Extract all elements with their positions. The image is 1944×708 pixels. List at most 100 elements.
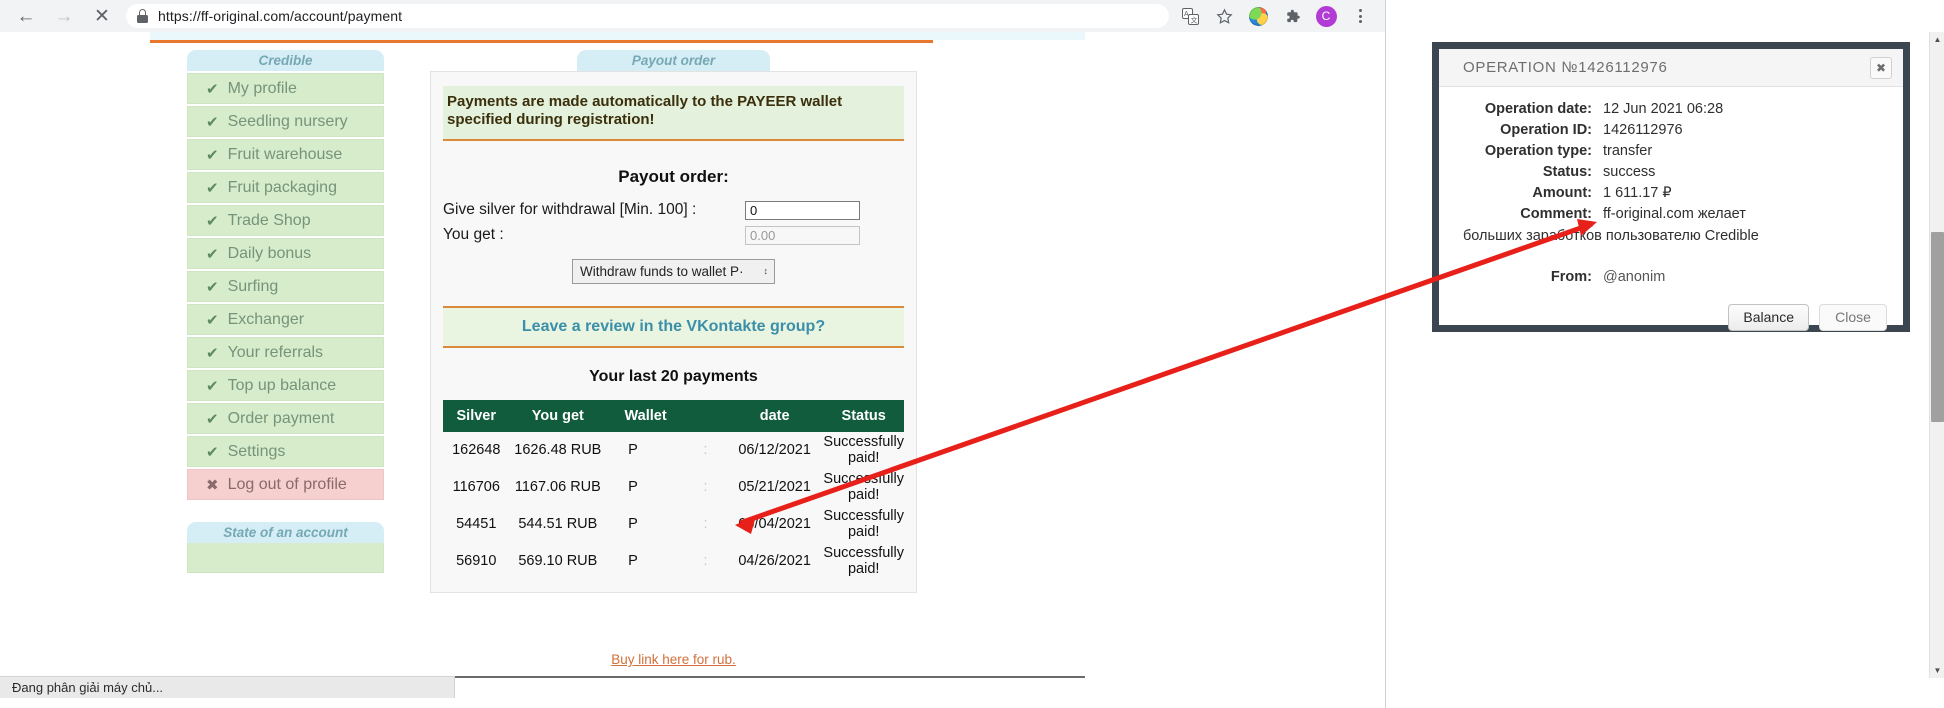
sidebar-item-label: Order payment <box>227 409 335 427</box>
column-header-blank <box>685 399 726 432</box>
field-value: 1 611.17 ₽ <box>1603 185 1672 201</box>
globe-extension-icon[interactable] <box>1243 1 1273 31</box>
three-dot-menu-icon[interactable] <box>1345 1 1375 31</box>
modal-row-status: Status: success <box>1463 164 1879 180</box>
puzzle-piece-icon[interactable] <box>1277 1 1307 31</box>
page-viewport: Credible ✔ My profile ✔ Seedling nursery… <box>0 32 1385 678</box>
sidebar-item-fruit-warehouse[interactable]: ✔ Fruit warehouse <box>187 139 384 170</box>
sidebar-item-label: Fruit warehouse <box>227 145 343 163</box>
balance-button[interactable]: Balance <box>1728 303 1809 331</box>
scroll-up-arrow-icon[interactable]: ▲ <box>1930 32 1944 47</box>
field-value: 1426112976 <box>1603 122 1683 138</box>
sidebar-menu: ✔ My profile ✔ Seedling nursery ✔ Fruit … <box>187 73 384 500</box>
address-bar-url: https://ff-original.com/account/payment <box>158 8 403 24</box>
check-icon: ✔ <box>206 410 219 428</box>
cell-you-get: 544.51 RUB <box>518 516 598 533</box>
field-label: Amount: <box>1532 185 1592 201</box>
sidebar-item-fruit-packaging[interactable]: ✔ Fruit packaging <box>187 172 384 203</box>
table-row[interactable]: 54451 544.51 RUB P : 05/04/2021 Successf… <box>443 506 904 543</box>
check-icon: ✔ <box>206 212 219 230</box>
youget-field-label: You get : <box>443 226 504 244</box>
sidebar-item-label: My profile <box>227 79 297 97</box>
sidebar-item-daily-bonus[interactable]: ✔ Daily bonus <box>187 238 384 269</box>
operation-modal-inner: OPERATION №1426112976 ✖ Operation date: … <box>1439 49 1903 331</box>
sidebar-item-your-referrals[interactable]: ✔ Your referrals <box>187 337 384 368</box>
payout-order-heading: Payout order: <box>618 166 729 186</box>
cell-silver: 116706 <box>452 479 500 496</box>
cell-you-get: 1626.48 RUB <box>514 442 602 459</box>
last-payments-title: Your last 20 payments <box>589 367 758 385</box>
modal-row-operation-id: Operation ID: 1426112976 <box>1463 122 1879 138</box>
table-row[interactable]: 56910 569.10 RUB P : 04/26/2021 Successf… <box>443 543 904 580</box>
translate-icon[interactable]: A文 <box>1175 1 1205 31</box>
table-row[interactable]: 162648 1626.48 RUB P : 06/12/2021 Succes… <box>443 432 904 469</box>
sidebar-item-order-payment[interactable]: ✔ Order payment <box>187 403 384 434</box>
field-value: @anonim <box>1603 268 1666 285</box>
check-icon: ✔ <box>206 113 219 131</box>
silver-field-label: Give silver for withdrawal [Min. 100] : <box>443 201 697 219</box>
sidebar-item-trade-shop[interactable]: ✔ Trade Shop <box>187 205 384 236</box>
withdraw-funds-button[interactable]: Withdraw funds to wallet P· ↕ <box>572 258 775 284</box>
modal-row-operation-date: Operation date: 12 Jun 2021 06:28 <box>1463 101 1879 117</box>
cell-silver: 162648 <box>452 442 501 459</box>
check-icon: ✔ <box>206 443 219 461</box>
check-icon: ✔ <box>206 344 219 362</box>
field-label: Operation ID: <box>1500 122 1592 138</box>
scroll-down-arrow-icon[interactable]: ▼ <box>1930 663 1944 678</box>
address-bar[interactable]: https://ff-original.com/account/payment <box>126 4 1169 28</box>
modal-row-amount: Amount: 1 611.17 ₽ <box>1463 185 1879 201</box>
modal-comment-continued: больших заработков пользователю Credible <box>1463 228 1759 244</box>
sidebar-title: Credible <box>187 50 384 71</box>
sidebar-item-label: Surfing <box>227 277 279 295</box>
cell-wallet: P <box>628 516 638 533</box>
check-icon: ✔ <box>206 80 219 98</box>
sidebar-item-exchanger[interactable]: ✔ Exchanger <box>187 304 384 335</box>
toolbar-icons: A文 C <box>1175 1 1385 31</box>
field-value: success <box>1603 164 1656 180</box>
sidebar-item-settings[interactable]: ✔ Settings <box>187 436 384 467</box>
close-icon[interactable]: ✖ <box>1870 56 1892 79</box>
vk-review-link[interactable]: Leave a review in the VKontakte group? <box>443 305 904 348</box>
window-edge-divider <box>1385 0 1386 708</box>
back-icon[interactable]: ← <box>8 1 44 31</box>
sidebar-item-label: Top up balance <box>227 376 337 394</box>
column-header-date: date <box>725 399 824 432</box>
sidebar-item-my-profile[interactable]: ✔ My profile <box>187 73 384 104</box>
cell-you-get: 569.10 RUB <box>518 553 598 570</box>
sidebar-item-surfing[interactable]: ✔ Surfing <box>187 271 384 302</box>
sidebar-item-seedling-nursery[interactable]: ✔ Seedling nursery <box>187 106 384 137</box>
sidebar-item-label: Seedling nursery <box>227 112 348 130</box>
navigation-buttons: ← → ✕ <box>0 1 120 31</box>
close-button[interactable]: Close <box>1819 303 1887 331</box>
lock-icon <box>136 9 149 23</box>
bookmark-star-icon[interactable] <box>1209 1 1239 31</box>
check-icon: ✔ <box>206 179 219 197</box>
screenshot-root: ← → ✕ https://ff-original.com/account/pa… <box>0 0 1944 708</box>
sidebar-item-top-up-balance[interactable]: ✔ Top up balance <box>187 370 384 401</box>
column-header-status: Status <box>823 399 904 432</box>
modal-body: Operation date: 12 Jun 2021 06:28 Operat… <box>1439 87 1903 285</box>
modal-header: OPERATION №1426112976 ✖ <box>1439 49 1903 87</box>
table-row[interactable]: 116706 1167.06 RUB P : 05/21/2021 Succes… <box>443 469 904 506</box>
cell-separator: : <box>703 442 708 459</box>
cell-separator: : <box>703 479 708 496</box>
stop-loading-icon[interactable]: ✕ <box>84 1 120 31</box>
cell-status: Successfully paid! <box>823 545 904 578</box>
forward-icon[interactable]: → <box>46 1 82 31</box>
buy-link[interactable]: Buy link here for rub. <box>430 652 917 667</box>
column-header-silver: Silver <box>443 399 510 432</box>
scrollbar-thumb[interactable] <box>1931 232 1944 422</box>
field-label: Comment: <box>1520 206 1592 222</box>
avatar-initial: C <box>1315 5 1337 27</box>
sidebar-item-log-out[interactable]: ✖ Log out of profile <box>187 469 384 500</box>
page-top-band <box>150 32 1085 40</box>
browser-toolbar: ← → ✕ https://ff-original.com/account/pa… <box>0 0 1385 32</box>
silver-amount-input[interactable] <box>745 200 860 220</box>
sidebar-item-label: Your referrals <box>227 343 324 361</box>
avatar[interactable]: C <box>1311 1 1341 31</box>
vertical-scrollbar[interactable]: ▲ ▼ <box>1929 32 1944 678</box>
cell-wallet: P <box>628 442 638 459</box>
payout-tab-title: Payout order <box>577 50 770 71</box>
youget-field-row: You get : <box>443 225 904 245</box>
cell-wallet: P <box>628 479 638 496</box>
